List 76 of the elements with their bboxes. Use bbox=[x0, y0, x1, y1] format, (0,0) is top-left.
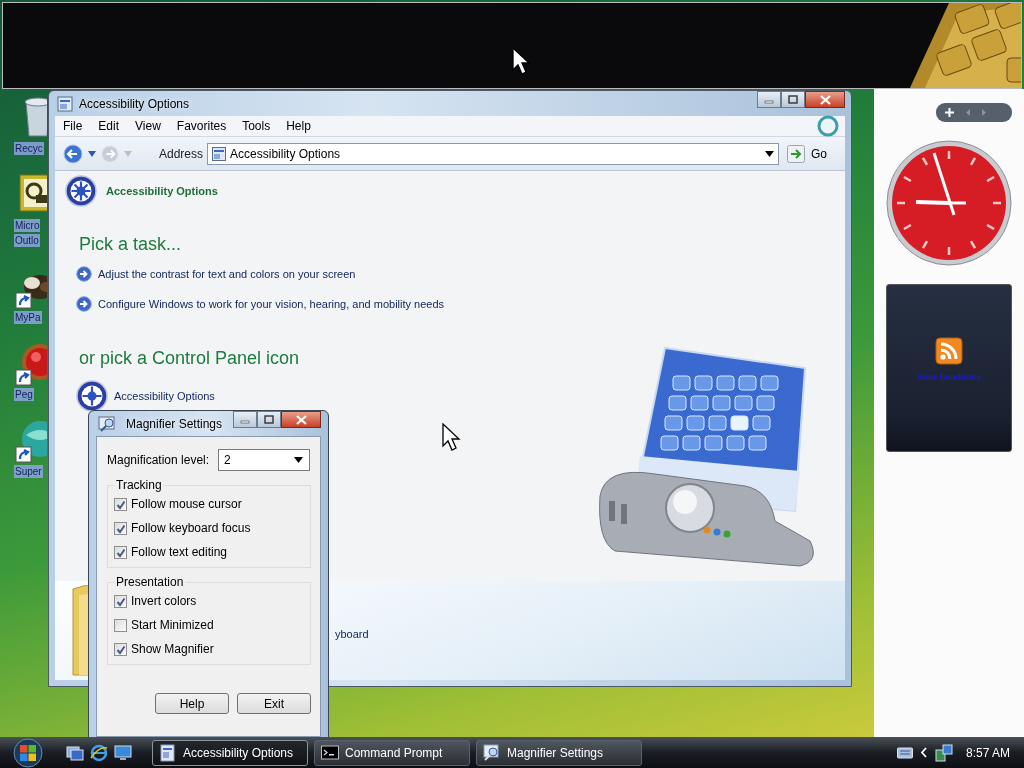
desktop-icon-label[interactable]: Super bbox=[14, 465, 43, 478]
caret-icon bbox=[294, 457, 304, 463]
checkbox-label[interactable]: Show Magnifier bbox=[131, 641, 214, 658]
taskbar-button[interactable]: Command Prompt bbox=[314, 739, 470, 766]
page-icon bbox=[212, 146, 227, 161]
desktop-icon-label[interactable]: MyPa bbox=[14, 311, 42, 324]
address-field[interactable]: Accessibility Options bbox=[207, 142, 780, 165]
maximize-button[interactable] bbox=[781, 91, 805, 108]
address-label: Address bbox=[159, 145, 204, 163]
task-link[interactable]: Adjust the contrast for text and colors on your screen bbox=[76, 266, 595, 283]
desktop-icon-label[interactable]: Recyc bbox=[14, 142, 44, 155]
magnifier-icon bbox=[483, 743, 501, 762]
maximize-icon bbox=[264, 415, 274, 424]
group-title: Presentation bbox=[114, 575, 186, 589]
checkbox-label[interactable]: Follow mouse cursor bbox=[131, 496, 242, 513]
cursor-icon bbox=[512, 47, 531, 76]
section-heading: Pick a task... bbox=[79, 233, 183, 256]
accessibility-icon[interactable] bbox=[65, 175, 97, 207]
checkbox[interactable] bbox=[114, 619, 127, 632]
magnifier-icon bbox=[98, 415, 116, 432]
close-button[interactable] bbox=[281, 411, 321, 428]
switch-windows-icon[interactable] bbox=[66, 743, 84, 762]
maximize-icon bbox=[788, 95, 798, 104]
window-icon bbox=[57, 95, 73, 112]
task-link[interactable]: Configure Windows to work for your vision, hearing, and mobility needs bbox=[76, 295, 595, 312]
go-button[interactable]: Go bbox=[783, 144, 832, 163]
clock-text[interactable]: 8:57 AM bbox=[965, 743, 1010, 762]
menu-item[interactable]: Tools bbox=[234, 117, 279, 135]
rss-icon bbox=[935, 337, 963, 365]
dialog-button[interactable]: Exit bbox=[237, 693, 311, 714]
console-icon bbox=[321, 743, 339, 762]
checkbox[interactable] bbox=[114, 546, 127, 559]
maximize-button[interactable] bbox=[257, 411, 281, 428]
checkbox-label[interactable]: Follow text editing bbox=[131, 544, 228, 561]
field-label: Magnification level: bbox=[107, 452, 210, 469]
accessibility-icon bbox=[76, 380, 108, 412]
checkbox[interactable] bbox=[114, 643, 127, 656]
close-icon bbox=[295, 414, 307, 425]
monitor-icon[interactable] bbox=[114, 743, 132, 762]
breadcrumb-link[interactable]: Accessibility Options bbox=[106, 182, 218, 200]
window-title: Accessibility Options bbox=[79, 95, 190, 113]
desktop-icon-label[interactable]: Micro bbox=[14, 219, 41, 232]
menu-item[interactable]: Favorites bbox=[168, 117, 235, 135]
section-heading: or pick a Control Panel icon bbox=[79, 347, 301, 370]
close-icon bbox=[819, 94, 831, 105]
close-button[interactable] bbox=[805, 91, 845, 108]
menu-item[interactable]: Help bbox=[278, 117, 319, 135]
minimize-button[interactable] bbox=[233, 411, 257, 428]
group-title: Tracking bbox=[114, 478, 164, 492]
keyboard-icon[interactable] bbox=[896, 746, 913, 759]
desktop-icon-label[interactable]: Outlo bbox=[14, 234, 40, 247]
network-icon[interactable] bbox=[934, 743, 953, 762]
checkbox-label[interactable]: Start Minimized bbox=[131, 617, 214, 634]
back-icon[interactable] bbox=[63, 143, 83, 164]
menu-item[interactable]: View bbox=[127, 117, 169, 135]
menu-item[interactable]: Edit bbox=[90, 117, 128, 135]
checkbox[interactable] bbox=[114, 522, 127, 535]
cursor-icon bbox=[442, 423, 461, 452]
dialog-button[interactable]: Help bbox=[155, 693, 229, 714]
chevron-icon[interactable] bbox=[919, 747, 928, 758]
checkbox-label[interactable]: Invert colors bbox=[131, 593, 197, 610]
checkbox-label[interactable]: Follow keyboard focus bbox=[131, 520, 251, 537]
taskbar-button[interactable]: Magnifier Settings bbox=[476, 739, 642, 766]
browser-icon[interactable] bbox=[90, 743, 108, 762]
window-icon bbox=[159, 743, 177, 762]
minimize-button[interactable] bbox=[757, 91, 781, 108]
checkbox[interactable] bbox=[114, 498, 127, 511]
desktop-icon-label[interactable]: Peg bbox=[14, 388, 34, 401]
caret-icon[interactable] bbox=[765, 150, 775, 157]
plus-icon[interactable] bbox=[944, 107, 955, 118]
taskbar-button[interactable]: Accessibility Options bbox=[152, 739, 308, 766]
control-panel-item[interactable]: yboard bbox=[335, 626, 369, 643]
magnification-dropdown[interactable]: 2 bbox=[218, 449, 311, 471]
window-title: Magnifier Settings bbox=[126, 415, 223, 433]
checkbox[interactable] bbox=[114, 595, 127, 608]
menu-item[interactable]: File bbox=[55, 117, 91, 135]
